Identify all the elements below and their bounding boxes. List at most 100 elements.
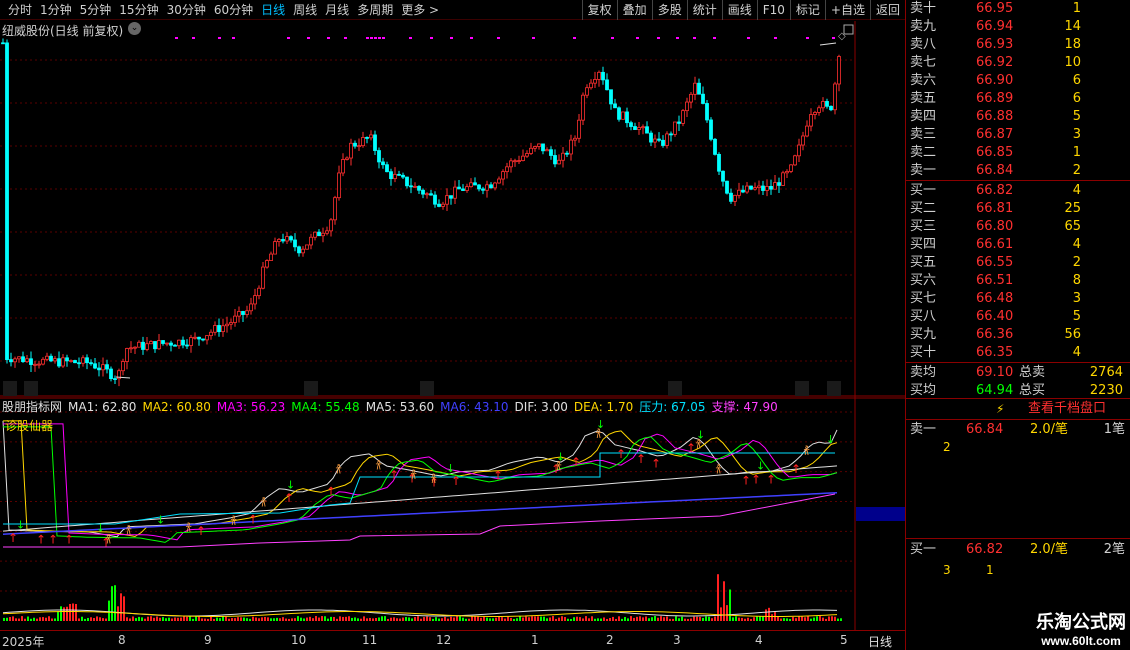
- candle-body: [197, 336, 201, 340]
- volume-bar: [669, 618, 671, 621]
- volume-bar: [657, 617, 659, 621]
- candle-body: [425, 193, 429, 196]
- tab-4[interactable]: 30分钟: [163, 1, 210, 18]
- tab-3[interactable]: 15分钟: [115, 1, 162, 18]
- candle-body: [573, 137, 577, 141]
- time-label-6: 1: [531, 633, 539, 647]
- ask-row: 卖九 66.94 14: [906, 18, 1130, 36]
- tab-10[interactable]: 更多 >: [397, 1, 443, 18]
- buy-arrow-icon: ↑: [389, 468, 399, 482]
- runner-icon: 𐀪: [375, 459, 382, 473]
- candle-body: [489, 184, 493, 189]
- candle-body: [37, 363, 41, 366]
- toolbar-button-8[interactable]: 返回: [869, 0, 905, 20]
- candle-body: [641, 126, 645, 129]
- volume-bar: [420, 618, 422, 621]
- ma2-line: [3, 420, 838, 538]
- signal-dot: [327, 37, 330, 39]
- volume-bar: [174, 617, 176, 621]
- tab-6[interactable]: 日线: [257, 1, 289, 18]
- chart-area[interactable]: ◇↑ ↑ ↑ ↑ ↑↑↑↑ ↑↑ ↑ ↑ ↑ ↑ ↑↑↑ ↑ ↑↑↑ ↑ ↑↑↓ ↓↓↓↓↓↓↓↓↓𐀪𐀪 𐀪𐀪𐀪…: [0, 21, 905, 630]
- bid-row: 买二 66.81 25: [906, 200, 1130, 218]
- candle-body: [341, 159, 345, 174]
- runner-icon: 𐀪: [260, 496, 267, 510]
- runner-icon: 𐀪: [595, 427, 602, 441]
- tab-0[interactable]: 分时: [4, 1, 36, 18]
- candle-body: [405, 176, 409, 187]
- volume-bar: [93, 617, 95, 621]
- event-marker: [827, 381, 841, 396]
- candle-body: [409, 185, 413, 188]
- candle-body: [721, 170, 725, 182]
- toolbar-button-0[interactable]: 复权: [581, 0, 617, 20]
- volume-bar: [354, 617, 356, 621]
- buy-arrow-icon: ↑: [791, 462, 801, 476]
- ask-price: 66.84: [976, 163, 1014, 178]
- toolbar-button-1[interactable]: 叠加: [616, 0, 652, 20]
- toolbar-button-3[interactable]: 统计: [686, 0, 722, 20]
- candle-body: [461, 188, 465, 191]
- toolbar-button-2[interactable]: 多股: [651, 0, 687, 20]
- toolbar-button-7[interactable]: +自选: [824, 0, 870, 20]
- thousand-orderbook-button[interactable]: ⚡ 查看千档盘口: [906, 399, 1130, 419]
- toolbar-button-6[interactable]: 标记: [789, 0, 825, 20]
- bid-volume: 65: [1064, 219, 1081, 234]
- volume-bar: [714, 616, 716, 621]
- volume-bar: [735, 616, 737, 621]
- signal-dot: [747, 37, 750, 39]
- tab-9[interactable]: 多周期: [353, 1, 397, 18]
- current-value-box: [856, 507, 905, 521]
- volume-bar: [495, 617, 497, 621]
- volume-bar: [408, 617, 410, 621]
- volume-bar: [453, 617, 455, 621]
- ask-volume: 14: [1064, 19, 1081, 34]
- time-label-8: 3: [673, 633, 681, 647]
- volume-bar: [24, 618, 26, 621]
- buy1-queue-row: 买一 66.82 2.0/笔 2笔: [906, 541, 1130, 559]
- volume-bar: [627, 618, 629, 621]
- volume-bar: [528, 617, 530, 621]
- volume-bar: [48, 616, 50, 621]
- sell-arrow-icon: ↓: [96, 522, 105, 535]
- bid-volume: 25: [1064, 201, 1081, 216]
- event-marker: [420, 381, 434, 396]
- candle-body: [265, 260, 269, 268]
- volume-bar: [333, 616, 335, 621]
- tab-1[interactable]: 1分钟: [36, 1, 76, 18]
- candle-body: [273, 241, 277, 255]
- toolbar-button-5[interactable]: F10: [756, 0, 790, 20]
- legend-value-7: DEA: 1.70: [573, 399, 634, 414]
- buy1-label: 买一: [910, 542, 937, 557]
- bid-volume: 4: [1072, 183, 1081, 198]
- chevron-down-icon[interactable]: ⌄: [128, 22, 141, 35]
- candle-body: [9, 359, 13, 363]
- tab-7[interactable]: 周线: [289, 1, 321, 18]
- ask-label: 卖二: [910, 145, 937, 160]
- candle-body: [529, 147, 533, 154]
- volume-bar: [498, 616, 500, 621]
- volume-bar: [186, 616, 188, 621]
- runner-icon: 𐀪: [715, 463, 722, 477]
- bid-row: 买一 66.82 4: [906, 182, 1130, 200]
- toolbar-button-4[interactable]: 画线: [721, 0, 757, 20]
- volume-bar: [654, 616, 656, 621]
- volume-bar: [804, 617, 806, 621]
- volume-bar: [726, 605, 728, 621]
- indicator-name: 股朋指标网: [2, 400, 63, 414]
- volume-bar: [291, 618, 293, 621]
- volume-bar: [663, 617, 665, 621]
- legend-value-2: MA3: 56.23: [216, 399, 286, 414]
- candle-body: [661, 139, 665, 146]
- watermark: 乐淘公式网 www.60lt.com: [1036, 608, 1126, 648]
- tab-2[interactable]: 5分钟: [76, 1, 116, 18]
- tab-5[interactable]: 60分钟: [210, 1, 257, 18]
- candle-body: [437, 203, 441, 207]
- volume-bar: [84, 618, 86, 621]
- volume-bar: [150, 616, 152, 621]
- volume-bar: [294, 618, 296, 621]
- buy-arrow-icon: ↑: [248, 512, 258, 526]
- time-label-7: 2: [606, 633, 614, 647]
- event-marker: [24, 381, 38, 396]
- candle-body: [665, 133, 669, 146]
- tab-8[interactable]: 月线: [321, 1, 353, 18]
